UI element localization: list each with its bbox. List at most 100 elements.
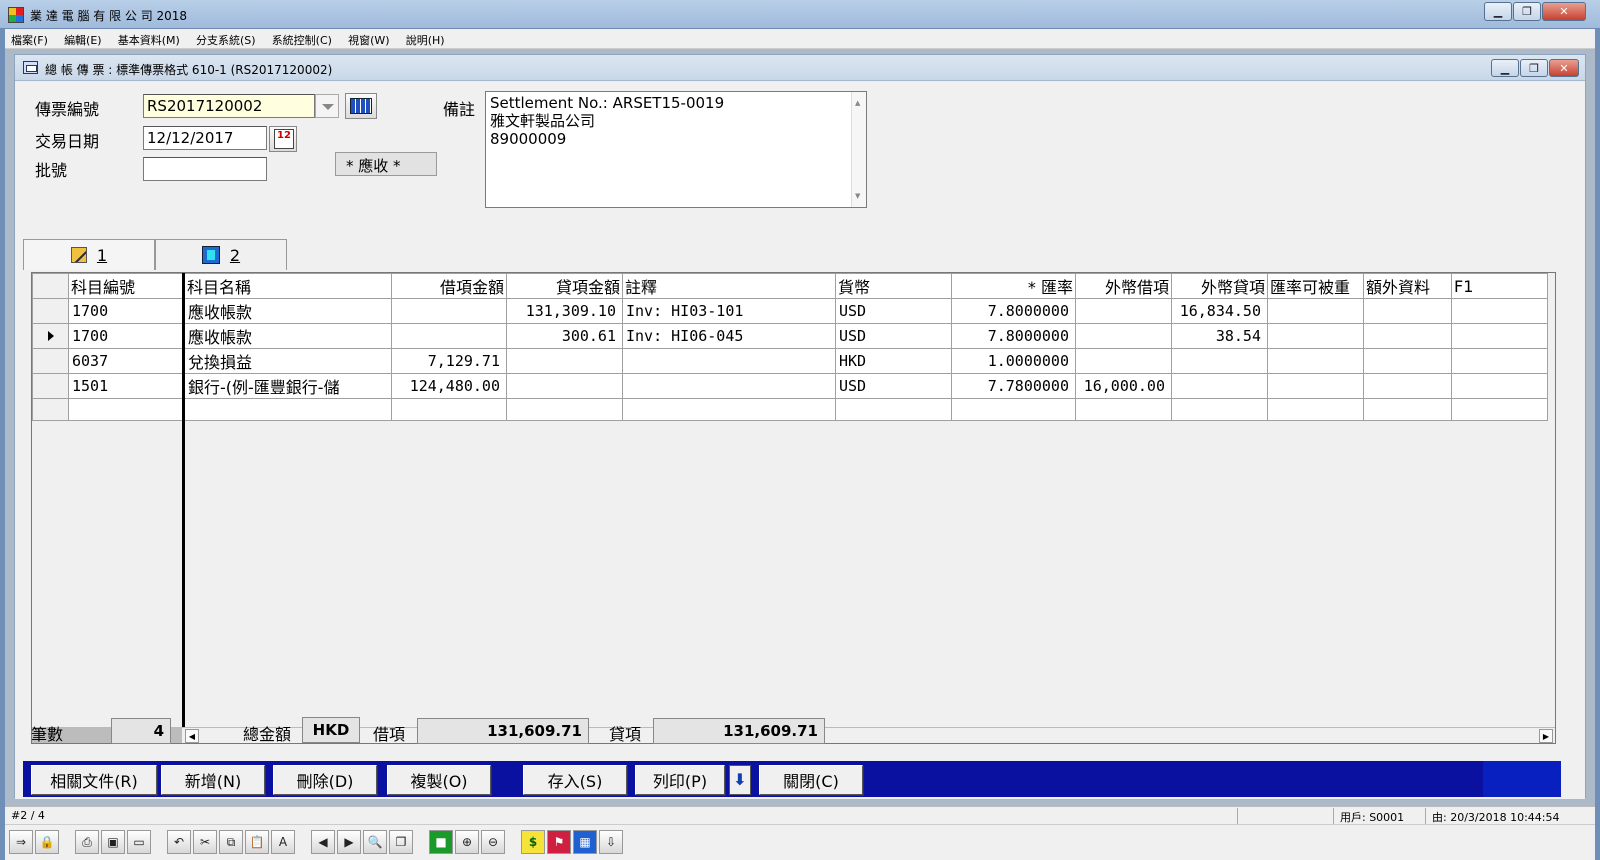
- menu-edit[interactable]: 編輯(E): [58, 29, 108, 48]
- print-options-arrow-icon[interactable]: ⬇: [729, 765, 751, 795]
- find-icon[interactable]: 🔍: [363, 830, 387, 854]
- cell-account-name[interactable]: 銀行-(例-匯豐銀行-儲: [184, 373, 392, 399]
- cell-rate-override[interactable]: [1267, 373, 1364, 399]
- journal-lines-grid[interactable]: 科目編號 科目名稱 借項金額 貸項金額 註釋 貨幣 * 匯率 外幣借項 外幣貸項…: [31, 272, 1556, 744]
- cell-rate-override[interactable]: [1267, 398, 1364, 421]
- currency-icon[interactable]: $: [521, 830, 545, 854]
- printer-icon[interactable]: ⎙: [75, 830, 99, 854]
- cell-rate[interactable]: 1.0000000: [951, 348, 1076, 374]
- cell-note[interactable]: [622, 348, 836, 374]
- remarks-scrollbar[interactable]: [851, 92, 866, 207]
- tab-1[interactable]: 1: [23, 239, 155, 270]
- add-button[interactable]: 新增(N): [161, 765, 265, 795]
- cell-rate[interactable]: 7.7800000: [951, 373, 1076, 399]
- col-header-debit[interactable]: 借項金額: [391, 273, 507, 299]
- row-selector[interactable]: [32, 373, 69, 399]
- scroll-left-icon[interactable]: ◀: [185, 729, 199, 743]
- cell-rate[interactable]: [951, 398, 1076, 421]
- cell-currency[interactable]: HKD: [835, 348, 952, 374]
- voucher-list-button[interactable]: [345, 93, 377, 119]
- col-header-fx-debit[interactable]: 外幣借項: [1075, 273, 1172, 299]
- col-header-credit[interactable]: 貸項金額: [506, 273, 623, 299]
- paste-icon[interactable]: 📋: [245, 830, 269, 854]
- col-header-extra-info[interactable]: 額外資料: [1363, 273, 1452, 299]
- cell-fx-debit[interactable]: 16,000.00: [1075, 373, 1172, 399]
- row-selector[interactable]: [32, 298, 69, 324]
- cell-currency[interactable]: USD: [835, 373, 952, 399]
- cell-fx-credit[interactable]: [1171, 398, 1268, 421]
- window-cascade-icon[interactable]: ■: [429, 830, 453, 854]
- cell-fx-debit[interactable]: [1075, 323, 1172, 349]
- cell-credit[interactable]: 131,309.10: [506, 298, 623, 324]
- cell-currency[interactable]: [835, 398, 952, 421]
- cell-rate-override[interactable]: [1267, 323, 1364, 349]
- child-restore-button[interactable]: ❐: [1520, 59, 1548, 77]
- cell-account-code[interactable]: 1700: [68, 323, 185, 349]
- table-row[interactable]: 1501 銀行-(例-匯豐銀行-儲 124,480.00 USD 7.7800000 16…: [32, 373, 1548, 399]
- cell-account-name[interactable]: 兌換損益: [184, 348, 392, 374]
- menu-master-data[interactable]: 基本資料(M): [112, 29, 186, 48]
- next-record-icon[interactable]: ▶: [337, 830, 361, 854]
- cell-note[interactable]: Inv: HI03-101: [622, 298, 836, 324]
- child-minimize-button[interactable]: ▁: [1491, 59, 1519, 77]
- cell-fx-debit[interactable]: [1075, 348, 1172, 374]
- row-selector[interactable]: [32, 348, 69, 374]
- zoom-in-icon[interactable]: ⊕: [455, 830, 479, 854]
- close-button[interactable]: 關閉(C): [759, 765, 863, 795]
- menu-system-control[interactable]: 系統控制(C): [266, 29, 338, 48]
- cell-fx-debit[interactable]: [1075, 398, 1172, 421]
- cell-extra-info[interactable]: [1363, 373, 1452, 399]
- cell-account-name[interactable]: 應收帳款: [184, 323, 392, 349]
- cell-fx-credit[interactable]: 16,834.50: [1171, 298, 1268, 324]
- voucher-no-dropdown[interactable]: [315, 94, 339, 118]
- col-header-note[interactable]: 註釋: [622, 273, 836, 299]
- table-row[interactable]: 1700 應收帳款 300.61 Inv: HI06-045 USD 7.8000000 3…: [32, 323, 1548, 349]
- bookmark-icon[interactable]: ⚑: [547, 830, 571, 854]
- menu-subsystem[interactable]: 分支系統(S): [190, 29, 262, 48]
- cell-account-code[interactable]: 1700: [68, 298, 185, 324]
- trans-date-input[interactable]: 12/12/2017: [143, 126, 267, 150]
- row-selector[interactable]: [32, 323, 69, 349]
- close-window-button[interactable]: ✕: [1542, 2, 1586, 21]
- multi-document-icon[interactable]: ❐: [389, 830, 413, 854]
- cell-account-name[interactable]: [184, 398, 392, 421]
- previous-record-icon[interactable]: ◀: [311, 830, 335, 854]
- cell-fx-credit[interactable]: [1171, 373, 1268, 399]
- cell-debit[interactable]: [391, 323, 507, 349]
- cell-rate[interactable]: 7.8000000: [951, 323, 1076, 349]
- restore-button[interactable]: ❐: [1513, 2, 1541, 21]
- cell-debit[interactable]: 124,480.00: [391, 373, 507, 399]
- page-setup-icon[interactable]: ▭: [127, 830, 151, 854]
- cell-fx-debit[interactable]: [1075, 298, 1172, 324]
- child-close-button[interactable]: ✕: [1549, 59, 1579, 77]
- cell-account-code[interactable]: 6037: [68, 348, 185, 374]
- font-icon[interactable]: A: [271, 830, 295, 854]
- preview-icon[interactable]: ▣: [101, 830, 125, 854]
- zoom-out-icon[interactable]: ⊖: [481, 830, 505, 854]
- remarks-textarea[interactable]: Settlement No.: ARSET15-0019 雅文軒製品公司 890…: [485, 91, 867, 208]
- col-header-rate-override[interactable]: 匯率可被重: [1267, 273, 1364, 299]
- undo-icon[interactable]: ↶: [167, 830, 191, 854]
- cell-debit[interactable]: 7,129.71: [391, 348, 507, 374]
- table-row[interactable]: 6037 兌換損益 7,129.71 HKD 1.0000000: [32, 348, 1548, 374]
- table-row[interactable]: [32, 398, 1548, 421]
- cell-currency[interactable]: USD: [835, 298, 952, 324]
- save-button[interactable]: 存入(S): [523, 765, 627, 795]
- cell-note[interactable]: [622, 398, 836, 421]
- row-selector[interactable]: [32, 398, 69, 421]
- cell-credit[interactable]: [506, 398, 623, 421]
- cell-account-name[interactable]: 應收帳款: [184, 298, 392, 324]
- voucher-no-input[interactable]: RS2017120002: [143, 94, 315, 118]
- batch-input[interactable]: [143, 157, 267, 181]
- cell-account-code[interactable]: 1501: [68, 373, 185, 399]
- cell-account-code[interactable]: [68, 398, 185, 421]
- menu-file[interactable]: 檔案(F): [5, 29, 54, 48]
- col-header-rate[interactable]: * 匯率: [951, 273, 1076, 299]
- col-header-f1[interactable]: F1: [1451, 273, 1548, 299]
- exit-icon[interactable]: ⇒: [9, 830, 33, 854]
- cell-rate-override[interactable]: [1267, 348, 1364, 374]
- cell-debit[interactable]: [391, 398, 507, 421]
- cell-extra-info[interactable]: [1363, 348, 1452, 374]
- minimize-button[interactable]: ▁: [1484, 2, 1512, 21]
- cell-credit[interactable]: 300.61: [506, 323, 623, 349]
